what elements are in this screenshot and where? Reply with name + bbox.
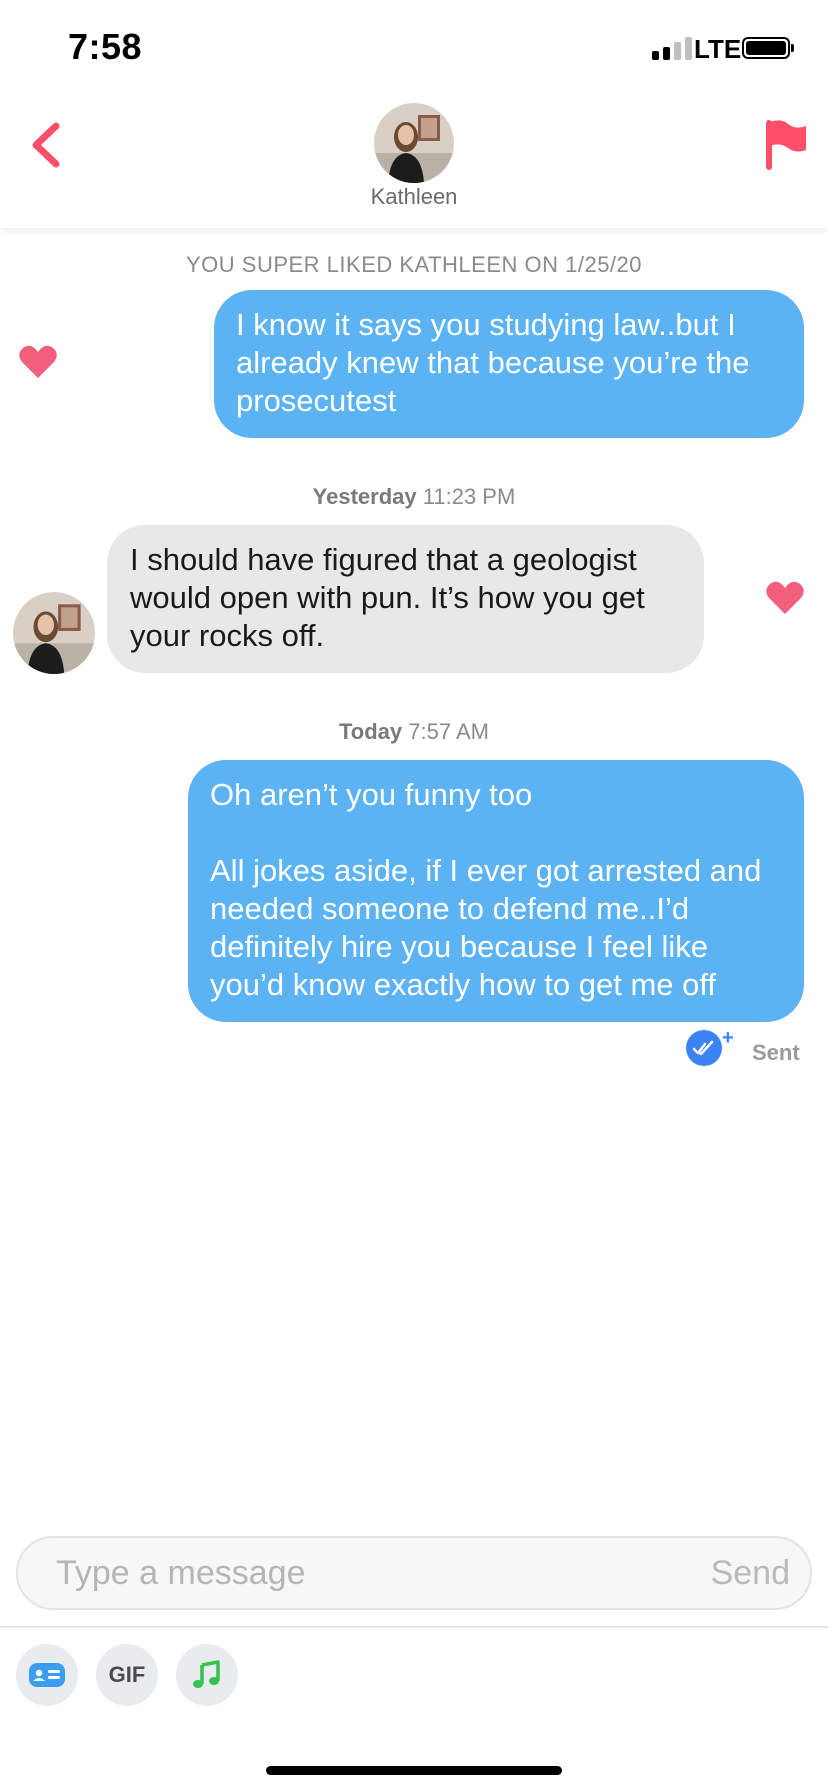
divider — [0, 1626, 828, 1628]
timestamp: Yesterday 11:23 PM — [0, 484, 828, 510]
double-check-icon — [692, 1040, 714, 1056]
timestamp: Today 7:57 AM — [0, 719, 828, 745]
message-bubble-incoming[interactable]: I should have figured that a geologist w… — [107, 525, 704, 673]
gif-button[interactable]: GIF — [96, 1644, 158, 1706]
music-note-icon — [193, 1660, 220, 1688]
heart-icon[interactable] — [765, 580, 805, 616]
contact-card-icon — [29, 1663, 65, 1687]
contact-card-button[interactable] — [16, 1644, 78, 1706]
heart-icon[interactable] — [18, 344, 58, 380]
timestamp-day: Yesterday — [312, 484, 417, 509]
music-button[interactable] — [176, 1644, 238, 1706]
status-time: 7:58 — [68, 26, 143, 67]
flag-icon — [766, 120, 806, 170]
home-indicator[interactable] — [266, 1766, 562, 1775]
battery-icon — [742, 37, 790, 59]
super-like-notice: YOU SUPER LIKED KATHLEEN ON 1/25/20 — [185, 252, 643, 277]
message-bubble-outgoing[interactable]: I know it says you studying law..but I a… — [214, 290, 804, 438]
message-bubble-outgoing[interactable]: Oh aren’t you funny too All jokes aside,… — [188, 760, 804, 1022]
report-button[interactable] — [760, 118, 808, 172]
signal-strength-icon — [652, 36, 692, 60]
match-avatar[interactable] — [374, 103, 454, 183]
message-text: Oh aren’t you funny too All jokes aside,… — [210, 777, 762, 1002]
message-composer: Send — [16, 1536, 812, 1610]
timestamp-day: Today — [339, 719, 403, 744]
message-text: I should have figured that a geologist w… — [130, 542, 654, 653]
match-name[interactable]: Kathleen — [0, 184, 828, 210]
battery-tip — [791, 44, 794, 52]
timestamp-time: 11:23 PM — [422, 484, 516, 509]
gif-label: GIF — [108, 1662, 146, 1687]
message-status: Sent — [752, 1040, 800, 1065]
back-button[interactable] — [22, 120, 72, 170]
chevron-left-icon — [32, 122, 60, 168]
plus-icon: + — [722, 1027, 734, 1049]
network-type: LTE — [694, 34, 742, 64]
message-input[interactable] — [56, 1550, 616, 1596]
sender-avatar[interactable] — [13, 592, 95, 674]
message-text: I know it says you studying law..but I a… — [236, 307, 759, 418]
read-receipt-icon[interactable] — [686, 1030, 722, 1066]
timestamp-time: 7:57 AM — [408, 719, 489, 744]
send-button[interactable]: Send — [711, 1554, 790, 1593]
